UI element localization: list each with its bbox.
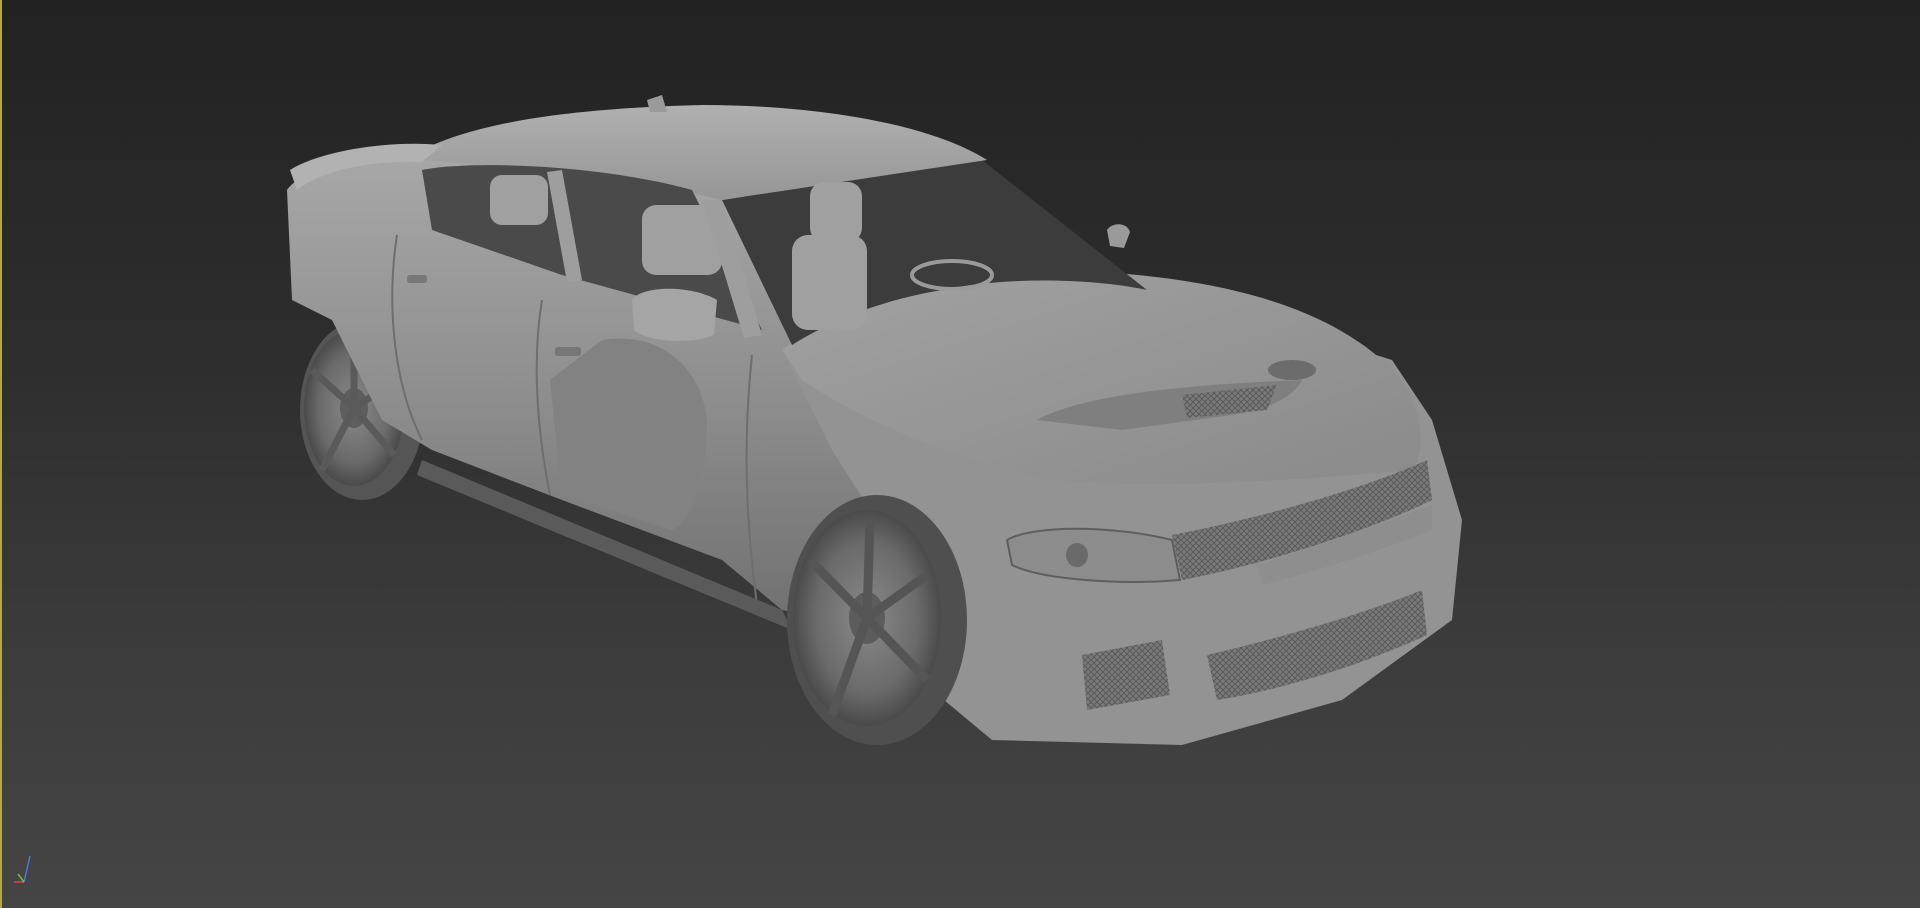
perspective-viewport[interactable] [0,0,1920,908]
hood-scoop [1268,360,1316,380]
front-door-handle [555,347,581,356]
antenna [647,95,667,112]
y-axis-icon [17,873,25,883]
car-model[interactable] [287,95,1462,745]
rear-door-handle [407,275,427,283]
headlight-lens [1066,543,1088,567]
front-wheel [787,495,967,745]
scene-canvas[interactable] [2,0,1920,908]
z-axis-icon [23,855,31,883]
side-mirror-right [1107,224,1130,248]
axis-gizmo [14,855,31,883]
side-mirror [632,288,717,342]
